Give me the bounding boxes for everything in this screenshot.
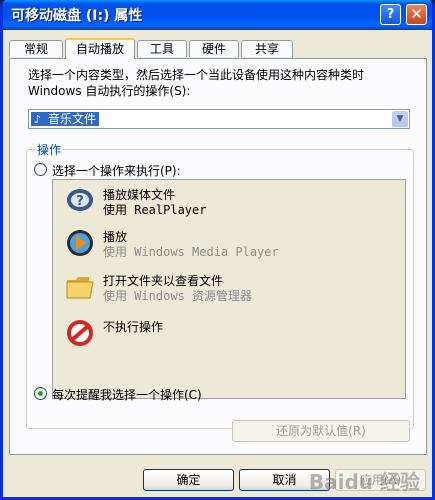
action-media-player[interactable]: 播放 使用 Windows Media Player	[65, 228, 395, 262]
actions-group-label: 操作	[35, 141, 64, 158]
tab-sharing[interactable]: 共享	[241, 40, 293, 57]
choose-action-label: 选择一个操作来执行(P):	[52, 164, 181, 178]
tab-autoplay[interactable]: 自动播放	[65, 38, 135, 59]
action-subtitle: 使用 Windows 资源管理器	[103, 289, 253, 303]
no-action-icon	[67, 320, 93, 346]
prompt-each-time-radio[interactable]	[34, 387, 47, 400]
action-title: 不执行操作	[103, 320, 164, 334]
prompt-each-time-label: 每次提醒我选择一个操作(C)	[52, 388, 202, 402]
tab-general[interactable]: 常规	[9, 40, 63, 57]
action-list: ? 播放媒体文件 使用 RealPlayer 播放 使用 Windows Med…	[52, 179, 406, 399]
action-subtitle: 使用 Windows Media Player	[103, 245, 279, 259]
window-title: 可移动磁盘 (I:) 属性	[11, 8, 143, 24]
help-button[interactable]: ?	[380, 4, 401, 25]
choose-action-radio[interactable]	[34, 163, 47, 176]
content-type-value: 音乐文件	[48, 112, 97, 126]
autoplay-panel: 选择一个内容类型，然后选择一个当此设备使用这种内容种类时 Windows 自动执…	[9, 58, 427, 455]
music-note-icon: ♪	[34, 113, 42, 126]
restore-defaults-button[interactable]: 还原为默认值(R)	[232, 420, 410, 442]
tab-tools[interactable]: 工具	[137, 40, 187, 57]
chevron-down-icon[interactable]: ▼	[392, 111, 408, 127]
title-bar[interactable]: 可移动磁盘 (I:) 属性 ? ✕	[3, 0, 432, 30]
realplayer-icon: ?	[67, 189, 93, 211]
media-player-icon	[67, 230, 93, 256]
action-realplayer[interactable]: ? 播放媒体文件 使用 RealPlayer	[65, 186, 395, 220]
watermark: Baidu 经验	[308, 470, 420, 494]
action-open-folder[interactable]: 打开文件夹以查看文件 使用 Windows 资源管理器	[65, 272, 395, 306]
close-button[interactable]: ✕	[406, 4, 427, 25]
content-type-selected: ♪ 音乐文件	[31, 112, 100, 126]
content-type-select[interactable]: ♪ 音乐文件 ▼	[28, 109, 410, 129]
folder-icon	[66, 277, 94, 299]
svg-text:?: ?	[76, 194, 84, 209]
content-type-description: 选择一个内容类型，然后选择一个当此设备使用这种内容种类时 Windows 自动执…	[28, 67, 364, 99]
tab-hardware[interactable]: 硬件	[189, 40, 239, 57]
action-subtitle: 使用 RealPlayer	[103, 203, 207, 217]
properties-dialog: 可移动磁盘 (I:) 属性 ? ✕ 常规 自动播放 工具 硬件 共享 选择一个内…	[0, 0, 435, 500]
ok-button[interactable]: 确定	[143, 469, 234, 491]
description-line-1: 选择一个内容类型，然后选择一个当此设备使用这种内容种类时	[28, 68, 365, 82]
description-line-2: Windows 自动执行的操作(S):	[28, 84, 191, 98]
action-no-action[interactable]: 不执行操作	[65, 318, 395, 352]
